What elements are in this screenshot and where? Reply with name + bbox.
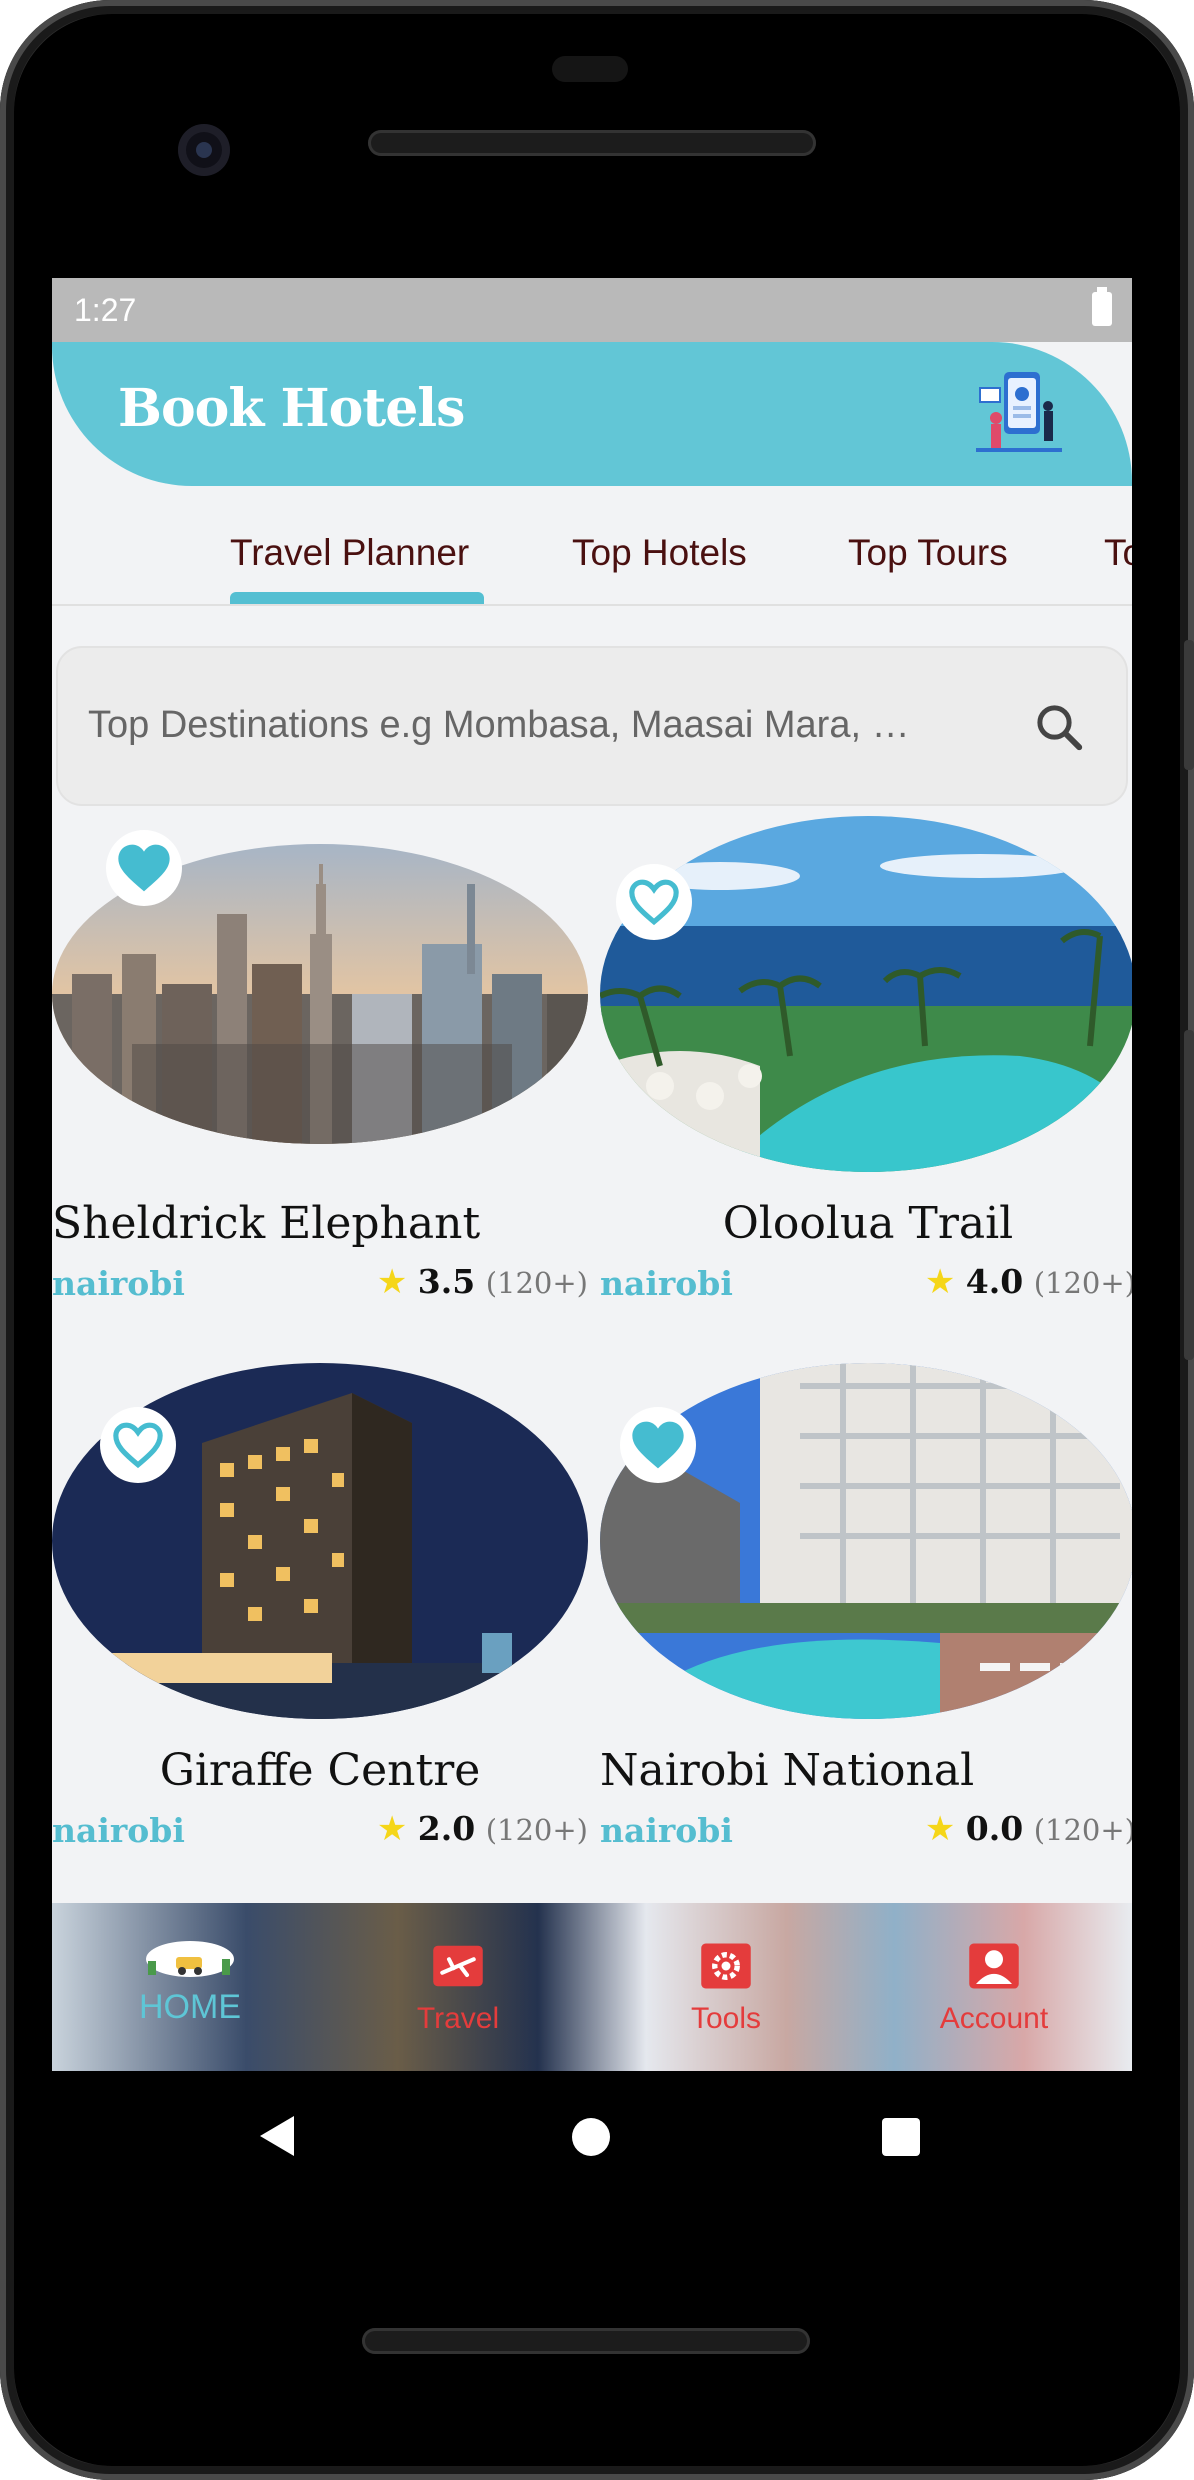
destination-card[interactable]: Sheldrick Elephant nairobi ★ 3.5 (120+) — [52, 816, 588, 1316]
home-button-icon[interactable] — [572, 2118, 610, 2156]
rating-value: 0.0 — [965, 1809, 1024, 1848]
nav-label: Travel — [416, 2002, 500, 2035]
tab-indicator — [230, 592, 484, 604]
app-header: Book Hotels — [52, 342, 1132, 486]
star-icon: ★ — [376, 1809, 408, 1849]
destination-rating: ★ 2.0 (120+) — [377, 1809, 588, 1849]
destination-image[interactable] — [600, 816, 1132, 1172]
star-icon: ★ — [376, 1262, 408, 1302]
destination-rating: ★ 3.5 (120+) — [377, 1262, 588, 1302]
destination-card[interactable]: Oloolua Trail nairobi ★ 4.0 (120+) — [600, 816, 1132, 1316]
destination-city: nairobi — [600, 1811, 733, 1850]
back-button-icon[interactable] — [258, 2114, 296, 2158]
rating-count: (120+) — [485, 1813, 588, 1847]
favorite-button[interactable] — [620, 1407, 696, 1483]
nav-travel[interactable]: Travel — [358, 1941, 558, 2036]
plane-ticket-icon — [433, 1945, 483, 1987]
category-tabs: Travel Planner Top Hotels Top Tours To — [52, 486, 1132, 606]
heart-filled-icon — [632, 1421, 684, 1469]
destination-city: nairobi — [600, 1264, 733, 1303]
nav-tools[interactable]: Tools — [626, 1941, 826, 2036]
nav-label: HOME — [139, 1988, 241, 2026]
destination-rating: ★ 4.0 (120+) — [925, 1262, 1132, 1302]
tab-travel-planner[interactable]: Travel Planner — [230, 532, 469, 574]
rating-count: (120+) — [485, 1266, 588, 1300]
favorite-button[interactable] — [106, 830, 182, 906]
bottom-navigation: HOME Travel Tools Account — [52, 1903, 1132, 2071]
rating-count: (120+) — [1033, 1813, 1132, 1847]
recents-button-icon[interactable] — [882, 2118, 920, 2156]
battery-icon — [1092, 287, 1112, 326]
tab-top-tours[interactable]: Top Tours — [848, 532, 1008, 574]
rating-value: 4.0 — [965, 1262, 1024, 1301]
hotel-booking-illustration-icon — [976, 372, 1062, 452]
page-title: Book Hotels — [118, 378, 465, 439]
favorite-button[interactable] — [616, 864, 692, 940]
destination-rating: ★ 0.0 (120+) — [925, 1809, 1132, 1849]
rating-count: (120+) — [1033, 1266, 1132, 1300]
heart-outline-icon — [629, 879, 679, 926]
gear-icon — [701, 1943, 751, 1989]
destination-city: nairobi — [52, 1264, 185, 1303]
account-icon — [969, 1943, 1019, 1989]
rating-value: 2.0 — [417, 1809, 476, 1848]
destination-title: Sheldrick Elephant — [52, 1198, 481, 1249]
heart-outline-icon — [113, 1422, 163, 1469]
search-icon[interactable] — [1032, 700, 1086, 754]
earpiece-speaker — [368, 130, 816, 156]
front-camera — [178, 124, 230, 176]
top-sensor — [552, 56, 628, 82]
search-bar[interactable]: Top Destinations e.g Mombasa, Maasai Mar… — [56, 646, 1128, 806]
star-icon: ★ — [924, 1262, 956, 1302]
star-icon: ★ — [924, 1809, 956, 1849]
destination-card[interactable]: Giraffe Centre nairobi ★ 2.0 (120+) — [52, 1363, 588, 1863]
destination-title: Nairobi National — [600, 1745, 975, 1796]
tab-more[interactable]: To — [1104, 532, 1132, 574]
destination-title: Oloolua Trail — [722, 1198, 1014, 1249]
nav-home[interactable]: HOME — [90, 1935, 290, 2027]
status-bar: 1:27 — [52, 278, 1132, 342]
destination-title: Giraffe Centre — [159, 1745, 481, 1796]
nav-account[interactable]: Account — [894, 1941, 1094, 2036]
home-illustration-icon — [146, 1941, 234, 1977]
tab-top-hotels[interactable]: Top Hotels — [572, 532, 747, 574]
destination-card[interactable]: Nairobi National nairobi ★ 0.0 (120+) — [600, 1363, 1132, 1863]
app-screen: 1:27 Book Hotels Travel Planner Top Hote… — [52, 278, 1132, 2071]
power-button — [1184, 1030, 1194, 1360]
volume-button — [1184, 640, 1194, 770]
search-input[interactable]: Top Destinations e.g Mombasa, Maasai Mar… — [88, 704, 988, 747]
nav-label: Account — [939, 2002, 1049, 2035]
rating-value: 3.5 — [417, 1262, 476, 1301]
nav-label: Tools — [690, 2002, 762, 2035]
destination-city: nairobi — [52, 1811, 185, 1850]
bottom-speaker — [362, 2328, 810, 2354]
heart-filled-icon — [118, 844, 170, 892]
status-time: 1:27 — [74, 292, 137, 328]
favorite-button[interactable] — [100, 1407, 176, 1483]
